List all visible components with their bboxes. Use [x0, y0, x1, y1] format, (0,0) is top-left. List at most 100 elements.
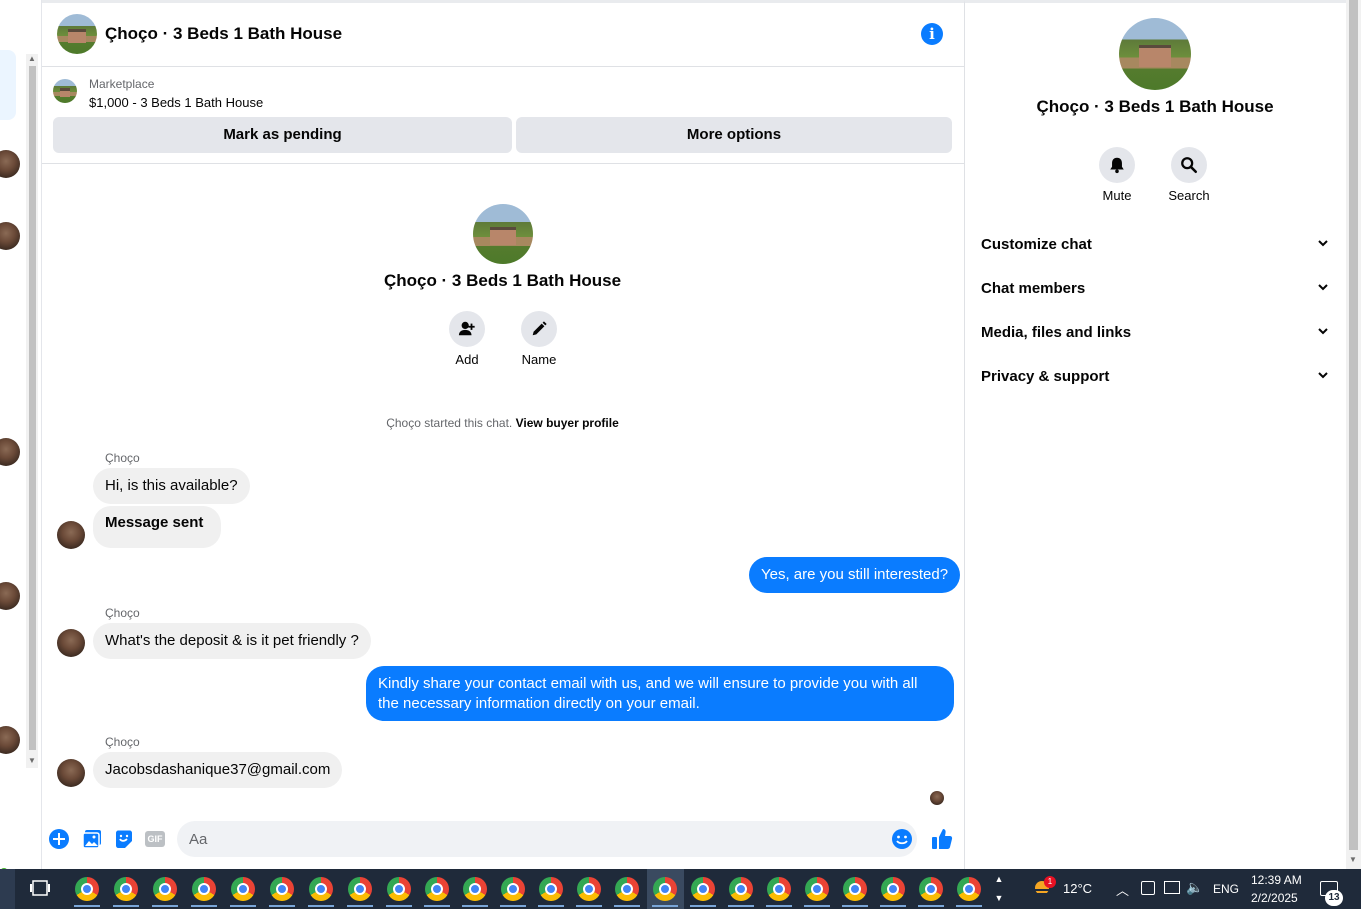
listing-title[interactable]: $1,000 - 3 Beds 1 Bath House	[89, 95, 263, 110]
chrome-icon[interactable]	[192, 877, 216, 901]
privacy-support-section[interactable]: Privacy & support	[981, 368, 1331, 398]
taskbar-running-indicator	[880, 905, 906, 907]
page-scrollbar-thumb[interactable]	[1349, 0, 1358, 850]
chrome-icon[interactable]	[881, 877, 905, 901]
chrome-icon[interactable]	[425, 877, 449, 901]
marketplace-label: Marketplace	[89, 77, 155, 91]
taskbar-running-indicator	[386, 905, 412, 907]
clock-date[interactable]: 2/2/2025	[1251, 891, 1298, 905]
intro-title: Çhoço · 3 Beds 1 Bath House	[383, 271, 622, 290]
taskbar-running-indicator	[74, 905, 100, 907]
name-label: Name	[521, 352, 557, 367]
search-icon	[1181, 156, 1198, 173]
incoming-message[interactable]: Message sent	[93, 506, 222, 548]
mute-button[interactable]	[1099, 147, 1135, 183]
more-options-button[interactable]: More options	[516, 117, 952, 153]
chat-details-panel	[964, 0, 1346, 869]
intro-avatar	[473, 204, 533, 264]
taskbar-running-indicator	[804, 905, 830, 907]
outgoing-message[interactable]: Yes, are you still interested?	[749, 557, 961, 593]
chat-started-notice: Çhoço started this chat. View buyer prof…	[0, 416, 1005, 430]
name-button[interactable]	[521, 311, 557, 347]
chevron-up-icon[interactable]: ︿	[1116, 880, 1129, 899]
taskbar-running-indicator	[538, 905, 564, 907]
weather-alert-badge: 1	[1044, 876, 1056, 888]
sender-avatar[interactable]	[57, 629, 85, 657]
add-person-icon	[458, 321, 475, 336]
chrome-icon[interactable]	[231, 877, 255, 901]
chrome-icon[interactable]	[539, 877, 563, 901]
media-files-links-section[interactable]: Media, files and links	[981, 324, 1331, 354]
details-title: Çhoço · 3 Beds 1 Bath House	[1036, 97, 1274, 116]
message-sender: Çhoço	[105, 606, 140, 620]
taskbar-running-indicator	[500, 905, 526, 907]
chrome-icon[interactable]	[501, 877, 525, 901]
chrome-icon[interactable]	[270, 877, 294, 901]
volume-icon[interactable]: 🔈	[1186, 879, 1203, 896]
chrome-icon[interactable]	[843, 877, 867, 901]
gif-icon[interactable]: GIF	[145, 831, 165, 847]
chrome-icon[interactable]	[767, 877, 791, 901]
chrome-icon[interactable]	[463, 877, 487, 901]
sender-avatar[interactable]	[57, 759, 85, 787]
chevron-down-icon	[1317, 368, 1329, 385]
chrome-icon[interactable]	[653, 877, 677, 901]
chrome-icon[interactable]	[691, 877, 715, 901]
mark-as-pending-button[interactable]: Mark as pending	[53, 117, 512, 153]
taskbar-running-indicator	[462, 905, 488, 907]
incoming-message[interactable]: What's the deposit & is it pet friendly …	[93, 623, 371, 659]
clock-time[interactable]: 12:39 AM	[1251, 873, 1302, 887]
chrome-icon[interactable]	[114, 877, 138, 901]
chrome-icon[interactable]	[957, 877, 981, 901]
chrome-icon[interactable]	[75, 877, 99, 901]
chrome-icon[interactable]	[387, 877, 411, 901]
chrome-icon[interactable]	[729, 877, 753, 901]
outgoing-message[interactable]: Kindly share your contact email with us,…	[366, 666, 954, 721]
chrome-icon[interactable]	[309, 877, 333, 901]
details-avatar[interactable]	[1119, 18, 1191, 90]
taskbar-overflow-chevrons[interactable]: ▲ ▼	[993, 870, 1005, 908]
start-button[interactable]	[0, 869, 15, 909]
chrome-icon[interactable]	[577, 877, 601, 901]
taskbar-running-indicator	[614, 905, 640, 907]
photo-icon[interactable]	[81, 828, 103, 850]
chat-started-text: Çhoço started this chat.	[386, 416, 513, 430]
message-input[interactable]	[177, 821, 917, 857]
temperature[interactable]: 12°C	[1063, 881, 1092, 896]
thumbs-up-icon[interactable]	[931, 827, 953, 849]
info-icon[interactable]: i	[921, 23, 943, 45]
taskbar-running-indicator	[424, 905, 450, 907]
incoming-message[interactable]: Jacobsdashanique37@gmail.com	[93, 752, 343, 788]
customize-chat-section[interactable]: Customize chat	[981, 236, 1331, 266]
add-person-button[interactable]	[449, 311, 485, 347]
sticker-icon[interactable]	[113, 828, 135, 850]
task-view-icon[interactable]	[30, 879, 50, 897]
chat-title[interactable]: Çhoço · 3 Beds 1 Bath House	[105, 24, 342, 44]
chat-scrollbar-thumb[interactable]	[29, 66, 36, 750]
message-sender: Çhoço	[105, 451, 140, 465]
view-buyer-profile-link[interactable]: View buyer profile	[516, 416, 619, 430]
chrome-icon[interactable]	[805, 877, 829, 901]
listing-thumbnail[interactable]	[53, 79, 77, 103]
scroll-up-arrow-icon[interactable]: ▲	[26, 54, 38, 64]
plus-icon[interactable]	[48, 828, 70, 850]
outgoing-message-line: the necessary information directly on yo…	[378, 695, 700, 712]
chrome-icon[interactable]	[153, 877, 177, 901]
chrome-icon[interactable]	[919, 877, 943, 901]
language-indicator[interactable]: ENG	[1213, 882, 1239, 896]
search-button[interactable]	[1171, 147, 1207, 183]
scroll-down-arrow-icon[interactable]: ▼	[26, 756, 38, 766]
chat-avatar[interactable]	[57, 14, 97, 54]
add-label: Add	[455, 352, 479, 367]
sender-avatar[interactable]	[57, 521, 85, 549]
chrome-icon[interactable]	[615, 877, 639, 901]
emoji-icon[interactable]	[891, 828, 913, 850]
chrome-icon[interactable]	[348, 877, 372, 901]
network-icon[interactable]	[1164, 881, 1180, 894]
meet-now-icon[interactable]	[1141, 881, 1155, 895]
page-scroll-down-icon[interactable]: ▼	[1347, 855, 1359, 865]
conversation-active-highlight[interactable]	[0, 50, 16, 120]
chat-members-section[interactable]: Chat members	[981, 280, 1331, 310]
chevron-down-icon	[1317, 324, 1329, 341]
incoming-message[interactable]: Hi, is this available?	[93, 468, 250, 504]
